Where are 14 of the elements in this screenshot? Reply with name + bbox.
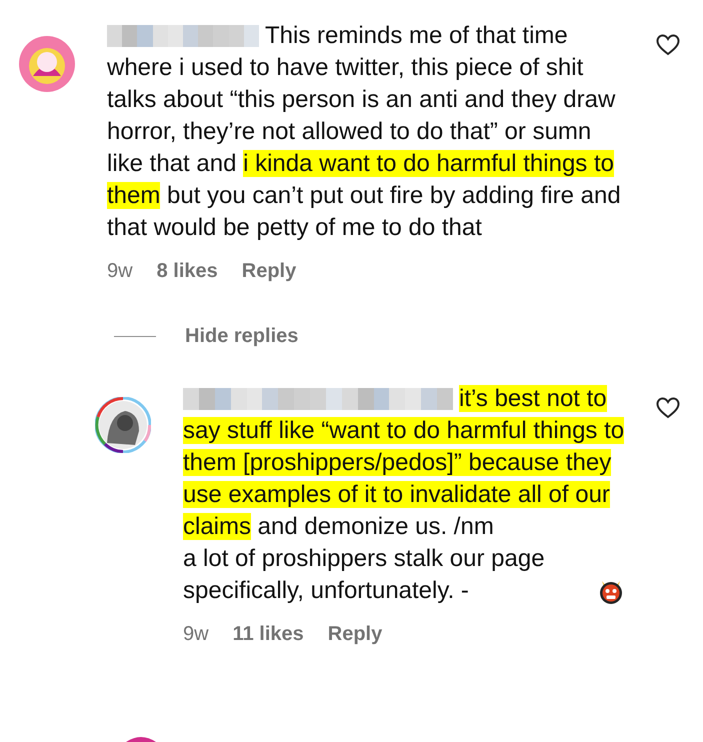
avatar[interactable] (19, 36, 75, 92)
heart-icon[interactable] (656, 34, 680, 56)
likes-count[interactable]: 11 likes (232, 619, 304, 649)
reply-button[interactable]: Reply (242, 256, 296, 286)
avatar[interactable] (126, 736, 156, 742)
comment-text: a lot of proshippers stalk our page specifically, unfortunately. - (183, 544, 546, 606)
avatar[interactable] (95, 397, 151, 453)
comment-time: 9w (183, 622, 209, 647)
comment-time: 9w (107, 259, 133, 284)
comment-text: This reminds me of that time where i used to have twitter, this piece of shit talks about “this person is an anti and they draw horror, they’re not allowed to do that” or sumn like that and i kinda want to do harmful things to them but you can’t put out fire by adding fire and that would be petty of me to do that (107, 21, 622, 243)
hide-replies-button[interactable]: Hide replies (185, 321, 298, 351)
reply-button[interactable]: Reply (328, 619, 382, 649)
heart-icon[interactable] (656, 397, 680, 419)
likes-count[interactable]: 8 likes (156, 256, 218, 286)
